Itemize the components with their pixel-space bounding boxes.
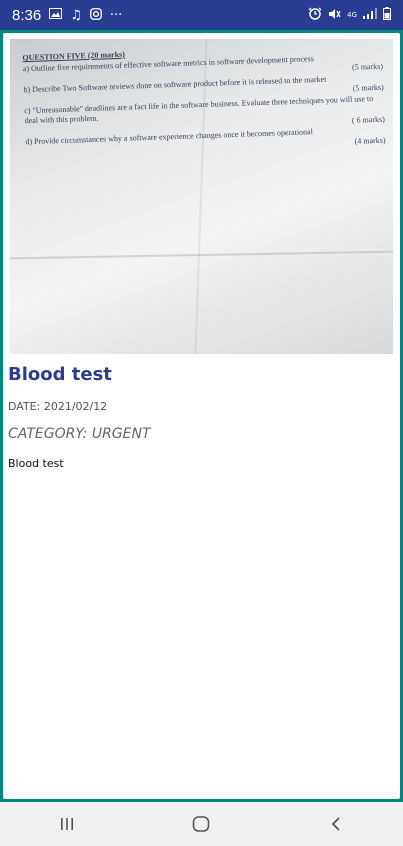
alarm-icon	[308, 7, 322, 23]
note-body: Blood test	[8, 457, 64, 470]
navigation-bar	[0, 802, 403, 846]
status-right: 4G	[308, 7, 391, 23]
note-date: DATE: 2021/02/12	[8, 400, 108, 413]
note-frame: QUESTION FIVE (20 marks) a) Outline five…	[0, 30, 403, 802]
paper-fold	[10, 250, 393, 260]
note-title: Blood test	[8, 364, 112, 385]
recent-apps-icon	[61, 818, 74, 830]
signal-icon	[363, 8, 377, 22]
network-type-icon: 4G	[347, 10, 357, 19]
instagram-icon	[89, 7, 102, 23]
status-bar: 8:36 ♫ ··· 4G	[0, 0, 403, 30]
status-time: 8:36	[12, 6, 42, 24]
battery-icon	[383, 7, 391, 23]
music-icon: ♫	[70, 7, 82, 23]
home-button[interactable]	[171, 802, 231, 846]
more-notifications-icon: ···	[109, 7, 123, 23]
mute-icon	[328, 8, 341, 23]
note-category: CATEGORY: URGENT	[8, 426, 151, 442]
attached-photo[interactable]: QUESTION FIVE (20 marks) a) Outline five…	[10, 39, 393, 354]
back-button[interactable]	[306, 802, 366, 846]
back-icon	[331, 817, 340, 831]
status-left: 8:36 ♫ ···	[12, 7, 122, 24]
exam-paper-text: QUESTION FIVE (20 marks) a) Outline five…	[22, 41, 385, 158]
note-card: QUESTION FIVE (20 marks) a) Outline five…	[3, 33, 400, 799]
gallery-icon	[49, 8, 63, 22]
recent-apps-button[interactable]	[37, 802, 97, 846]
home-icon	[193, 816, 210, 832]
